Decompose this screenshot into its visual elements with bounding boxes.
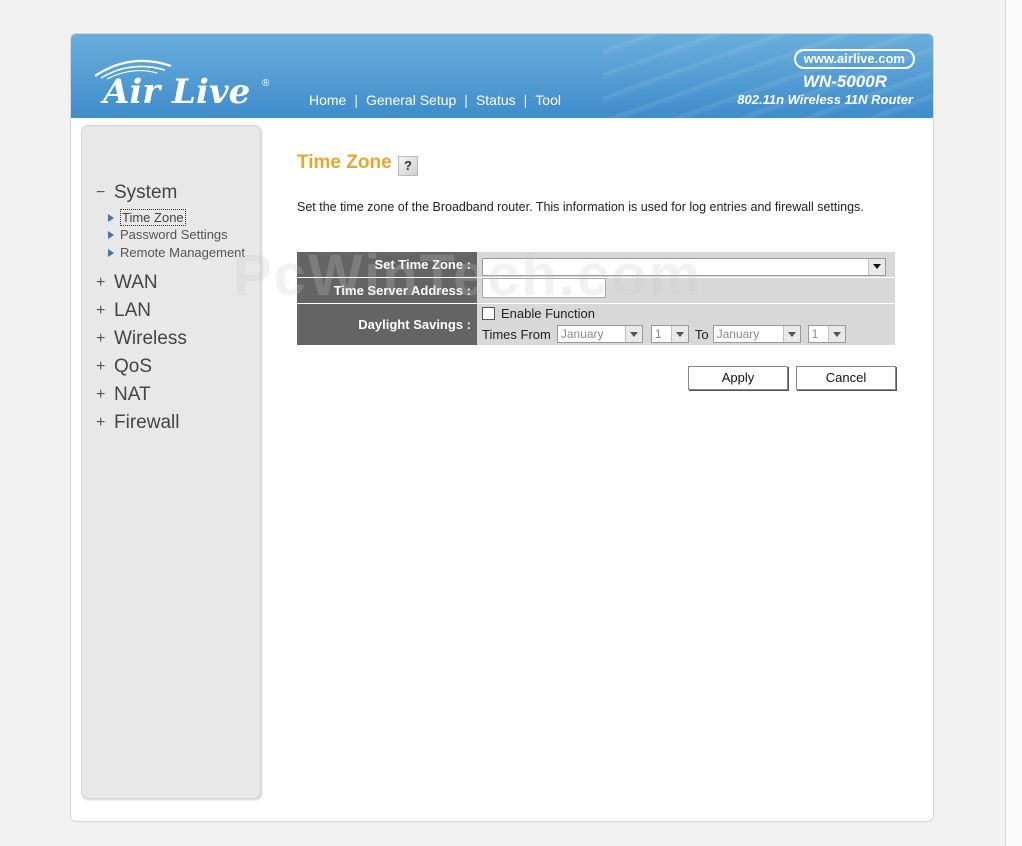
nav-tool[interactable]: Tool: [535, 92, 561, 108]
to-month-value: January: [716, 327, 760, 341]
sidebar-item-label: Remote Management: [120, 245, 246, 260]
chevron-down-icon: [624, 326, 642, 342]
page-title: Time Zone: [297, 152, 392, 173]
sidebar-group-label: QoS: [114, 356, 153, 377]
website-url-badge: www.airlive.com: [793, 49, 915, 69]
airlive-logo: Air Live ®: [91, 54, 281, 112]
sidebar-group-lan[interactable]: + LAN: [96, 300, 151, 322]
daylight-savings-label: Daylight Savings :: [297, 303, 477, 345]
nav-general-setup[interactable]: General Setup: [366, 92, 456, 108]
to-day-select[interactable]: 1: [807, 325, 846, 343]
apply-button[interactable]: Apply: [688, 366, 788, 390]
sidebar-group-label: System: [114, 182, 178, 203]
sidebar-group-nat[interactable]: + NAT: [96, 384, 151, 406]
watermark: PcWinTech.com: [233, 243, 703, 308]
form-row-daylight-savings: Daylight Savings : Enable Function Times…: [297, 303, 895, 345]
router-admin-frame: Air Live ® Home | General Setup | Status…: [70, 33, 934, 822]
expand-icon: +: [96, 302, 106, 319]
sidebar-item-label: Password Settings: [120, 227, 228, 242]
logo-wordmark: Air Live: [103, 72, 251, 112]
chevron-down-icon: [782, 326, 800, 342]
sidebar-group-firewall[interactable]: + Firewall: [96, 412, 179, 434]
nav-separator: |: [523, 92, 528, 108]
sidebar-item-label: Time Zone: [120, 209, 186, 226]
expand-icon: +: [96, 414, 106, 431]
sidebar-group-label: Firewall: [114, 412, 180, 433]
sidebar-group-system[interactable]: − System: [96, 182, 177, 204]
model-description: 802.11n Wireless 11N Router: [737, 92, 913, 107]
daylight-range-row: Times From January 1 To January 1: [477, 323, 895, 345]
sidebar-group-label: WAN: [114, 272, 158, 293]
nav-home[interactable]: Home: [309, 92, 346, 108]
cancel-button[interactable]: Cancel: [796, 366, 896, 390]
page-description: Set the time zone of the Broadband route…: [297, 200, 864, 214]
to-label: To: [694, 326, 709, 342]
sidebar-group-qos[interactable]: + QoS: [96, 356, 152, 378]
nav-separator: |: [354, 92, 358, 108]
triangle-right-icon: [108, 230, 114, 239]
sidebar-group-wireless[interactable]: + Wireless: [96, 328, 187, 350]
nav-separator: |: [464, 92, 468, 108]
to-day-value: 1: [811, 327, 819, 341]
daylight-savings-cell: Enable Function Times From January 1 To: [477, 303, 895, 345]
from-month-value: January: [560, 327, 604, 341]
triangle-right-icon: [108, 248, 114, 257]
chevron-down-icon: [868, 258, 885, 275]
expand-icon: +: [96, 274, 106, 291]
from-day-value: 1: [654, 327, 662, 341]
logo-registered-mark: ®: [262, 78, 270, 89]
nav-status[interactable]: Status: [476, 92, 516, 108]
expand-icon: +: [96, 386, 106, 403]
collapse-icon: −: [96, 184, 106, 201]
sidebar-group-wan[interactable]: + WAN: [96, 272, 158, 294]
sidebar-group-label: Wireless: [114, 328, 187, 349]
top-navigation: Home | General Setup | Status | Tool: [309, 92, 561, 108]
from-day-select[interactable]: 1: [650, 325, 689, 343]
model-name: WN-5000R: [802, 72, 887, 91]
sidebar-group-label: NAT: [114, 384, 151, 405]
from-month-select[interactable]: January: [556, 325, 643, 343]
triangle-right-icon: [108, 213, 114, 222]
sidebar-menu: − System Time Zone Password Settings Rem…: [81, 125, 261, 799]
sidebar-item-password-settings[interactable]: Password Settings: [108, 227, 228, 242]
window-scrollbar[interactable]: [1005, 0, 1022, 846]
to-month-select[interactable]: January: [712, 325, 801, 343]
chevron-down-icon: [670, 326, 688, 342]
expand-icon: +: [96, 358, 106, 375]
sidebar-item-time-zone[interactable]: Time Zone: [108, 209, 186, 226]
times-from-label: Times From: [482, 326, 551, 342]
help-icon[interactable]: ?: [398, 156, 418, 176]
sidebar-item-remote-management[interactable]: Remote Management: [108, 245, 245, 260]
header-banner: Air Live ® Home | General Setup | Status…: [71, 34, 933, 118]
sidebar-group-label: LAN: [114, 300, 151, 321]
chevron-down-icon: [827, 326, 845, 342]
expand-icon: +: [96, 330, 106, 347]
